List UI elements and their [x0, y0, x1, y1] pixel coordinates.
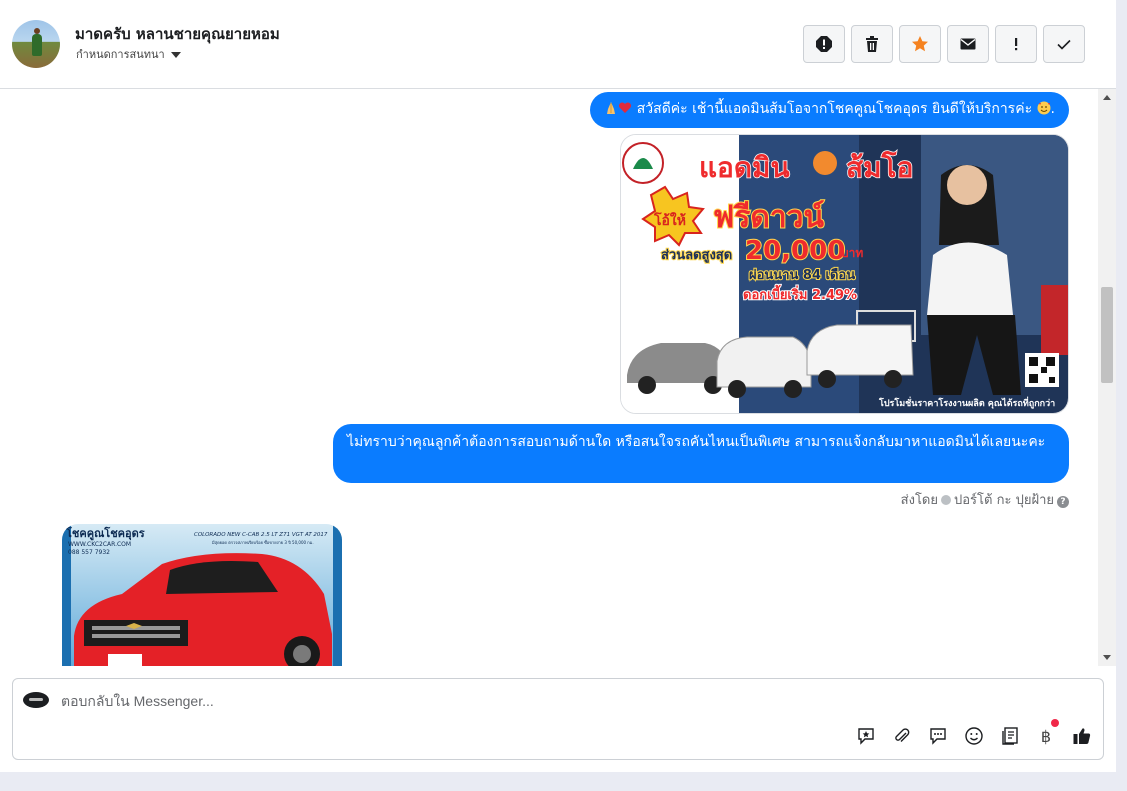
message-greeting[interactable]: สวัสดีค่ะ เช้านี้แอดมินส้มโอจากโชคคูณโชค… — [590, 92, 1069, 128]
help-icon[interactable]: ? — [1057, 496, 1069, 508]
conversation-header: มาดครับ หลานชายคุณยายหอม กำหนดการสนทนา — [0, 0, 1116, 89]
star-button[interactable] — [899, 25, 941, 63]
sent-by-label: ส่งโดย — [900, 493, 938, 508]
promo-image[interactable]: แอดมิน ส้มโอ โอ้ให้ ฟรีดาวน์ ส่วนลดสูงสุ… — [620, 134, 1069, 414]
message-question[interactable]: ไม่ทราบว่าคุณลูกค้าต้องการสอบถามด้านใด ห… — [333, 424, 1069, 483]
car-detail: มีสุดยอด ตรวจสภาพเรียบร้อย ซื้อขายง่าย 3… — [212, 538, 314, 546]
spam-icon — [816, 36, 832, 52]
mark-unread-button[interactable] — [947, 25, 989, 63]
caret-down-icon — [170, 52, 181, 58]
car-model: COLORADO NEW C-CAB 2.5 LT Z71 VGT AT 201… — [194, 532, 328, 538]
conversation-options[interactable]: กำหนดการสนทนา — [76, 45, 181, 63]
composer-toolbar: ฿ — [855, 719, 1093, 747]
attachment-icon — [895, 728, 910, 742]
promo-free-down: ฟรีดาวน์ — [713, 200, 825, 235]
heart-emoji-icon — [619, 102, 632, 113]
like-icon — [1073, 728, 1091, 744]
promo-title: แอดมิน — [699, 151, 790, 184]
reply-composer: ฿ — [12, 678, 1104, 760]
notes-button[interactable] — [999, 725, 1021, 747]
pray-emoji-icon — [607, 102, 616, 114]
star-icon — [912, 36, 928, 52]
payment-button[interactable]: ฿ — [1035, 719, 1059, 747]
avatar[interactable] — [12, 20, 60, 68]
message-thread: สวัสดีค่ะ เช้านี้แอดมินส้มโอจากโชคคูณโชค… — [0, 89, 1098, 666]
message-icon — [930, 728, 946, 745]
mark-spam-button[interactable] — [803, 25, 845, 63]
promo-installment: ผ่อนนาน 84 เดือน — [749, 267, 855, 283]
car-phone: 088 557 7932 — [68, 549, 110, 556]
promo-oh-hai: โอ้ให้ — [653, 211, 686, 229]
saved-reply-icon — [858, 728, 874, 745]
baht-icon: ฿ — [1040, 726, 1052, 746]
message-greeting-end: . — [1050, 101, 1055, 117]
promo-discount-label: ส่วนลดสูงสุด — [661, 248, 732, 263]
promo-graphic: แอดมิน ส้มโอ โอ้ให้ ฟรีดาวน์ ส่วนลดสูงสุ… — [621, 135, 1068, 413]
sent-by-line: ส่งโดย ปอร์โต้ กะ ปุยฝ้าย? — [901, 489, 1069, 510]
emoji-icon — [965, 727, 983, 745]
car-web: WWW.CKC2CAR.COM — [68, 541, 131, 548]
conversation-panel: มาดครับ หลานชายคุณยายหอม กำหนดการสนทนา ส… — [0, 0, 1116, 772]
scroll-up-arrow-icon[interactable] — [1103, 95, 1111, 100]
thread-scrollbar[interactable] — [1098, 89, 1116, 666]
contact-name[interactable]: มาดครับ หลานชายคุณยายหอม — [75, 22, 280, 46]
car-listing-image[interactable]: โชคคูณโชคอุดร WWW.CKC2CAR.COM 088 557 79… — [62, 524, 342, 666]
emoji-button[interactable] — [963, 725, 985, 747]
conversation-options-label: กำหนดการสนทนา — [76, 48, 165, 61]
message-button[interactable] — [927, 725, 949, 747]
car-listing-graphic: โชคคูณโชคอุดร WWW.CKC2CAR.COM 088 557 79… — [62, 524, 342, 666]
promo-title-2: ส้มโอ — [846, 150, 913, 184]
scroll-thumb[interactable] — [1101, 287, 1113, 383]
scroll-down-arrow-icon[interactable] — [1103, 655, 1111, 660]
promo-discount-value: 20,000 — [745, 236, 845, 266]
avatar-photo — [32, 28, 42, 56]
message-question-text: ไม่ทราบว่าคุณลูกค้าต้องการสอบถามด้านใด ห… — [347, 434, 1046, 450]
page-avatar — [23, 692, 49, 708]
reply-input[interactable] — [61, 691, 1061, 711]
delete-button[interactable] — [851, 25, 893, 63]
mark-done-button[interactable] — [1043, 25, 1085, 63]
car-brand: โชคคูณโชคอุดร — [65, 526, 145, 541]
sent-by-name[interactable]: ปอร์โต้ กะ ปุยฝ้าย — [954, 493, 1054, 508]
check-icon — [1057, 39, 1071, 50]
important-icon — [1015, 38, 1018, 51]
smiling-hearts-emoji-icon — [1037, 101, 1051, 115]
mail-icon — [960, 38, 976, 50]
notes-icon — [1002, 727, 1018, 745]
like-button[interactable] — [1071, 725, 1093, 747]
header-actions — [803, 25, 1085, 63]
trash-icon — [866, 36, 878, 52]
saved-reply-button[interactable] — [855, 725, 877, 747]
important-button[interactable] — [995, 25, 1037, 63]
message-greeting-text: สวัสดีค่ะ เช้านี้แอดมินส้มโอจากโชคคูณโชค… — [636, 101, 1033, 117]
verified-icon — [941, 495, 951, 505]
notification-dot — [1051, 719, 1059, 727]
promo-discount-unit: บาท — [841, 246, 863, 260]
attach-button[interactable] — [891, 725, 913, 747]
